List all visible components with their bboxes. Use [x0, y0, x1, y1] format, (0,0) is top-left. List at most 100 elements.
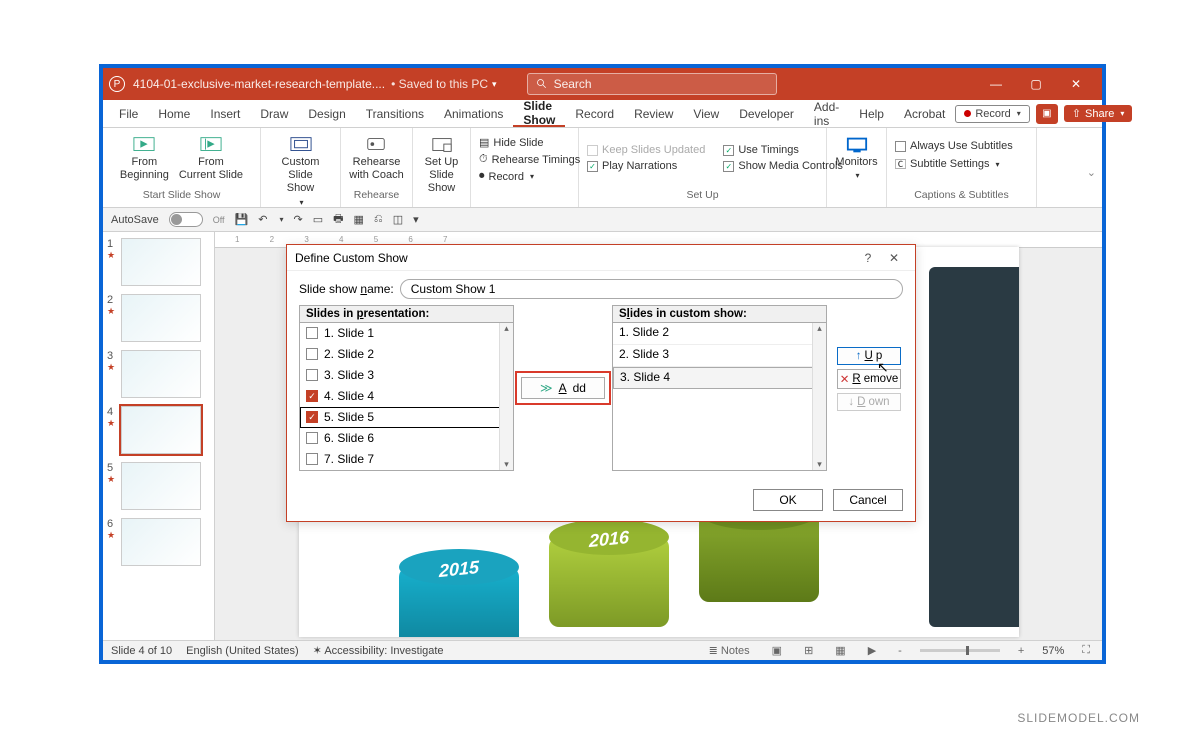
set-up-slide-show-button[interactable]: Set Up Slide Show: [421, 132, 462, 196]
search-input[interactable]: Search: [527, 73, 777, 95]
slide-sorter-view-icon[interactable]: ⊞: [800, 644, 817, 657]
from-current-slide-button[interactable]: From Current Slide: [179, 132, 243, 182]
scrollbar[interactable]: [499, 323, 513, 470]
qat-icon[interactable]: ◫: [393, 213, 403, 226]
zoom-out-icon[interactable]: -: [894, 645, 906, 657]
record-button[interactable]: Record▾: [955, 105, 1029, 123]
tab-review[interactable]: Review: [624, 100, 683, 127]
tab-home[interactable]: Home: [148, 100, 200, 127]
from-beginning-button[interactable]: From Beginning: [120, 132, 169, 182]
save-icon[interactable]: 💾: [235, 213, 249, 226]
autosave-toggle[interactable]: [169, 212, 203, 227]
play-narrations-checkbox[interactable]: ✓Play Narrations: [587, 160, 705, 172]
slide-thumbnails: 1★ 2★ 3★ 4★ 5★ 6★: [103, 232, 215, 640]
slide-show-name-input[interactable]: [400, 279, 903, 299]
watermark: SLIDEMODEL.COM: [1017, 711, 1140, 725]
reading-view-icon[interactable]: ▦: [831, 644, 849, 657]
record-dropdown[interactable]: ⏺ Record ▾: [479, 170, 570, 183]
up-button[interactable]: ↑ Up: [837, 347, 901, 365]
thumbnail-6[interactable]: 6★: [103, 516, 214, 572]
list-item[interactable]: 3. Slide 3: [300, 365, 513, 386]
cancel-button[interactable]: Cancel: [833, 489, 903, 511]
thumbnail-5[interactable]: 5★: [103, 460, 214, 516]
save-status: • Saved to this PC: [391, 77, 488, 91]
qat-icon[interactable]: ▦: [354, 213, 364, 226]
fit-to-window-icon[interactable]: ⛶: [1078, 644, 1094, 657]
language-status[interactable]: English (United States): [186, 645, 299, 657]
normal-view-icon[interactable]: ▣: [768, 644, 786, 657]
tab-file[interactable]: File: [109, 100, 148, 127]
tab-addins[interactable]: Add-ins: [804, 100, 849, 127]
monitors-button[interactable]: Monitors▾: [835, 132, 877, 181]
slides-in-custom-show-list[interactable]: 1. Slide 2 2. Slide 3 3. Slide 4: [612, 323, 827, 471]
close-window-button[interactable]: ✕: [1056, 69, 1096, 99]
tab-help[interactable]: Help: [849, 100, 894, 127]
dialog-close-button[interactable]: ✕: [881, 251, 907, 265]
subtitle-settings-button[interactable]: 🄲 Subtitle Settings ▾: [895, 156, 1013, 172]
list-item[interactable]: 6. Slide 6: [300, 428, 513, 449]
tab-view[interactable]: View: [683, 100, 729, 127]
tab-slide-show[interactable]: Slide Show: [513, 100, 565, 127]
title-bar: P 4104-01-exclusive-market-research-temp…: [103, 68, 1102, 100]
qat-icon[interactable]: ▭: [313, 213, 323, 226]
slideshow-view-icon[interactable]: ▶: [864, 644, 880, 657]
list-item[interactable]: 2. Slide 2: [300, 344, 513, 365]
minimize-button[interactable]: —: [976, 69, 1016, 99]
dialog-help-button[interactable]: ?: [855, 251, 881, 265]
list-item[interactable]: 7. Slide 7: [300, 449, 513, 470]
tab-record[interactable]: Record: [565, 100, 624, 127]
tab-draw[interactable]: Draw: [250, 100, 298, 127]
use-timings-checkbox[interactable]: ✓Use Timings: [723, 144, 843, 156]
tab-transitions[interactable]: Transitions: [356, 100, 434, 127]
slides-in-custom-show-header: Slides in custom show:: [612, 305, 827, 323]
zoom-slider[interactable]: [920, 649, 1000, 652]
tab-design[interactable]: Design: [298, 100, 355, 127]
group-label: Rehearse: [354, 187, 400, 203]
zoom-level[interactable]: 57%: [1042, 645, 1064, 657]
qat-more-icon[interactable]: ▾: [413, 213, 419, 226]
collapse-ribbon-icon[interactable]: ⌄: [1087, 166, 1096, 179]
present-live-button[interactable]: ▣: [1036, 104, 1058, 124]
arrow-up-icon: ↑: [856, 350, 862, 362]
always-use-subtitles-checkbox[interactable]: Always Use Subtitles: [895, 140, 1013, 152]
ok-button[interactable]: OK: [753, 489, 823, 511]
list-item[interactable]: ✓5. Slide 5: [300, 407, 513, 428]
list-item[interactable]: 2. Slide 3: [613, 345, 826, 367]
dropdown-icon[interactable]: ▾: [492, 79, 497, 90]
custom-slide-show-button[interactable]: Custom Slide Show▾: [269, 132, 332, 207]
thumbnail-1[interactable]: 1★: [103, 236, 214, 292]
thumbnail-4[interactable]: 4★: [103, 404, 214, 460]
tab-acrobat[interactable]: Acrobat: [894, 100, 955, 127]
list-item[interactable]: 1. Slide 1: [300, 323, 513, 344]
remove-x-icon: ✕: [840, 372, 850, 386]
tab-insert[interactable]: Insert: [200, 100, 250, 127]
zoom-in-icon[interactable]: +: [1014, 645, 1028, 657]
status-bar: Slide 4 of 10 English (United States) ✶ …: [103, 640, 1102, 660]
notes-button[interactable]: ≣ Notes: [705, 644, 754, 657]
thumbnail-2[interactable]: 2★: [103, 292, 214, 348]
tab-animations[interactable]: Animations: [434, 100, 513, 127]
thumbnail-3[interactable]: 3★: [103, 348, 214, 404]
remove-button[interactable]: ✕ Remove: [837, 369, 901, 389]
scrollbar[interactable]: [812, 323, 826, 470]
slides-in-presentation-list[interactable]: 1. Slide 1 2. Slide 2 3. Slide 3 ✓4. Sli…: [299, 323, 514, 471]
hide-slide-button[interactable]: ▤ Hide Slide: [479, 136, 570, 149]
define-custom-show-dialog: Define Custom Show ? ✕ Slide show name: …: [286, 244, 916, 522]
show-media-controls-checkbox[interactable]: ✓Show Media Controls: [723, 160, 843, 172]
rehearse-with-coach-button[interactable]: Rehearse with Coach: [349, 132, 403, 182]
record-dot-icon: [964, 110, 971, 117]
list-item[interactable]: ✓4. Slide 4: [300, 386, 513, 407]
qat-icon[interactable]: 🖶: [333, 210, 343, 229]
undo-icon[interactable]: ↶: [258, 213, 267, 226]
list-item[interactable]: 3. Slide 4: [613, 367, 826, 389]
share-button[interactable]: ⇧ Share ▾: [1064, 105, 1133, 122]
tab-developer[interactable]: Developer: [729, 100, 804, 127]
list-item[interactable]: 1. Slide 2: [613, 323, 826, 345]
accessibility-status[interactable]: ✶ Accessibility: Investigate: [313, 644, 444, 657]
maximize-button[interactable]: ▢: [1016, 69, 1056, 99]
add-button[interactable]: ≫Add: [521, 377, 605, 399]
rehearse-timings-button[interactable]: ⏱ Rehearse Timings: [479, 153, 570, 166]
qat-icon[interactable]: ⎌: [374, 213, 383, 226]
app-icon: P: [109, 76, 125, 92]
autosave-label: AutoSave: [111, 214, 159, 226]
